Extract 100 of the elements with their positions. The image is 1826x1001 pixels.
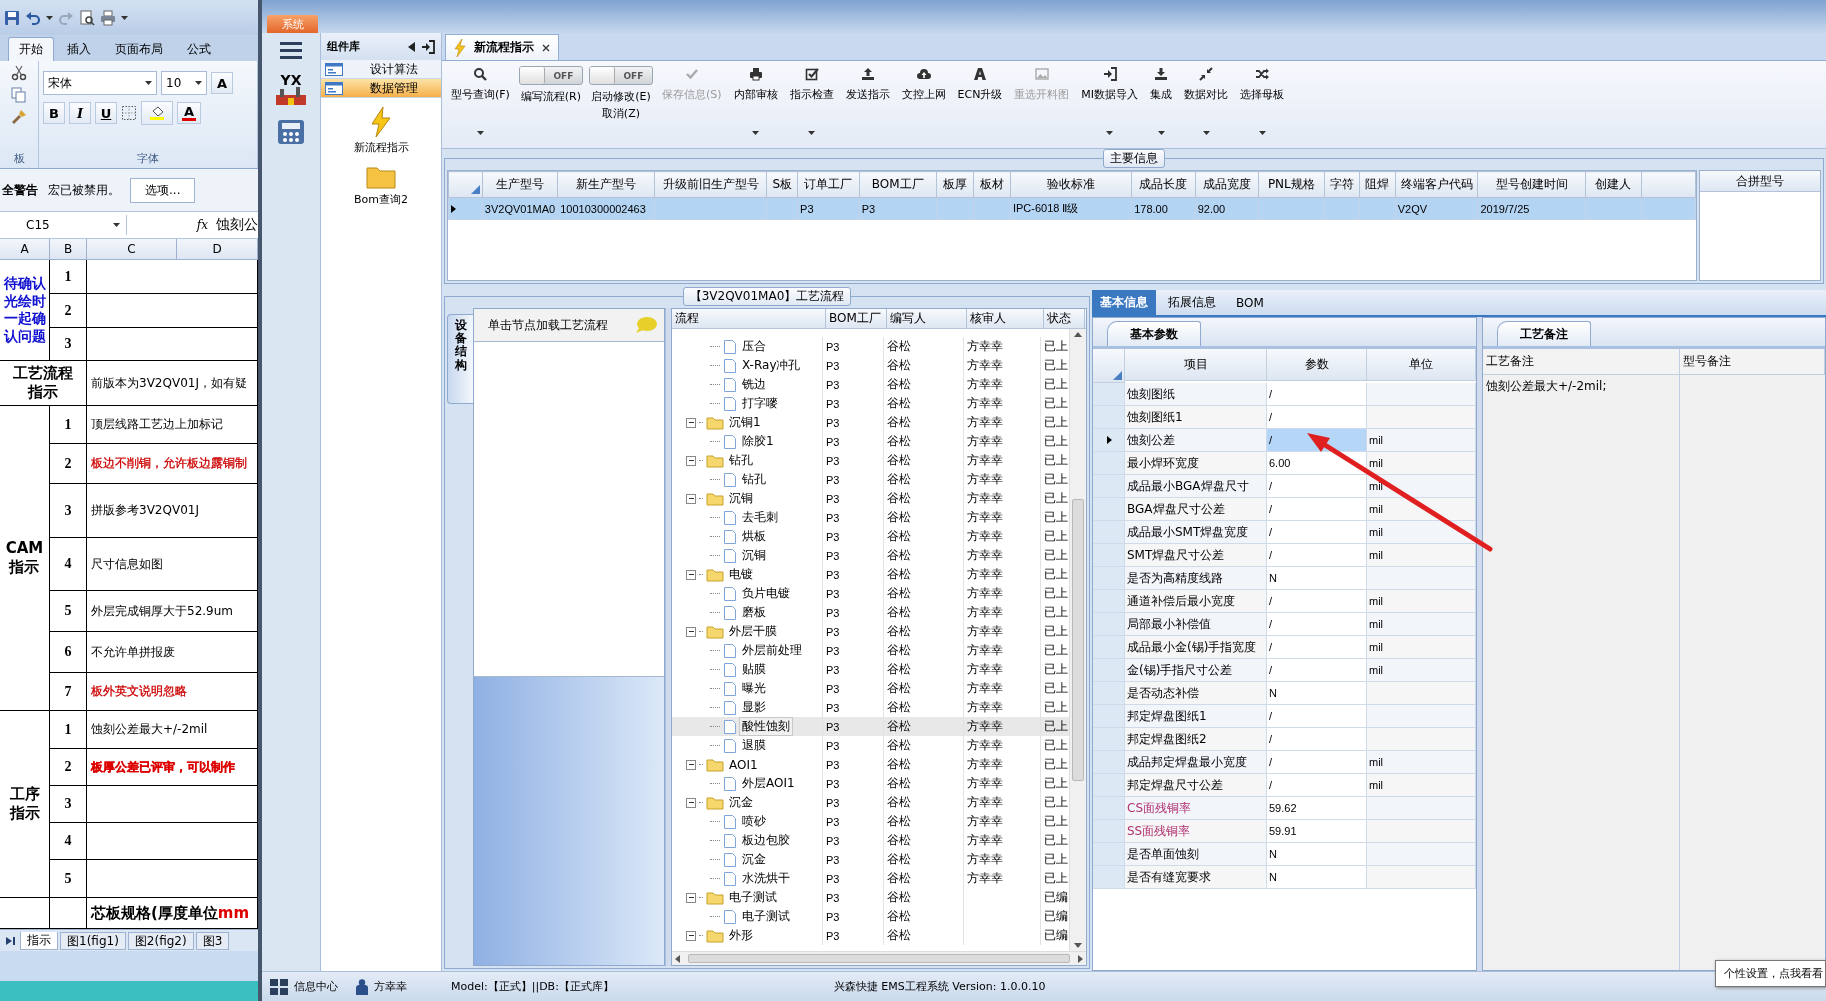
collapse-icon[interactable] xyxy=(686,569,696,580)
column-header[interactable]: 核审人 xyxy=(967,309,1044,328)
toolbar-button[interactable]: 发送指示 xyxy=(842,63,893,139)
column-header[interactable]: 参数 xyxy=(1267,349,1367,381)
sheet-tab[interactable]: 指示 xyxy=(20,931,58,950)
column-header[interactable]: PNL规格 xyxy=(1258,171,1325,198)
toolbar-button[interactable]: 取消(Z) xyxy=(601,104,640,121)
user-button[interactable]: 方幸幸 xyxy=(356,978,407,995)
collapse-icon[interactable] xyxy=(686,892,696,903)
collapse-icon[interactable] xyxy=(686,417,696,428)
next-sheet-icon[interactable] xyxy=(4,935,18,946)
column-header[interactable]: BOM工厂 xyxy=(859,171,937,198)
brush-icon[interactable] xyxy=(11,109,27,125)
value-field[interactable]: / xyxy=(1267,521,1367,544)
tree-item[interactable]: 沉铜 xyxy=(740,547,768,564)
scrollbar[interactable] xyxy=(672,951,1086,965)
tree-item[interactable]: 电镀 xyxy=(727,566,755,583)
value-field[interactable]: / xyxy=(1267,383,1367,406)
module-button[interactable]: YX xyxy=(274,73,308,105)
value-field[interactable]: / xyxy=(1267,544,1367,567)
value-field[interactable]: 6.00 xyxy=(1267,452,1367,475)
tree-item[interactable]: 沉铜1 xyxy=(727,414,763,431)
ribbon-tab[interactable]: 页面布局 xyxy=(104,37,174,61)
tree-item[interactable]: 打字嘜 xyxy=(740,395,780,412)
undo-icon[interactable] xyxy=(25,9,41,26)
font-color-button[interactable]: A xyxy=(177,102,201,124)
column-header[interactable]: 编写人 xyxy=(887,309,967,328)
column-header[interactable]: 订单工厂 xyxy=(797,171,860,198)
close-icon[interactable] xyxy=(542,43,550,52)
column-header[interactable]: 成品长度 xyxy=(1131,171,1196,198)
toggle-switch[interactable]: OFF xyxy=(518,66,583,85)
column-header[interactable]: 单位 xyxy=(1367,349,1476,381)
column-header[interactable]: 型号创建时间 xyxy=(1477,171,1586,198)
printer-icon[interactable] xyxy=(100,9,116,26)
grow-font-button[interactable]: A xyxy=(211,72,233,94)
collapse-icon[interactable] xyxy=(686,797,696,808)
tree-item[interactable]: 贴膜 xyxy=(740,661,768,678)
sheet-tab[interactable]: 图2(fig2) xyxy=(127,931,194,950)
tree-item[interactable]: 显影 xyxy=(740,699,768,716)
column-header[interactable]: 板厚 xyxy=(936,171,974,198)
tree-item[interactable]: 除胶1 xyxy=(740,433,776,450)
column-header[interactable]: 型号备注 xyxy=(1680,349,1825,374)
toolbar-button[interactable]: 指示检查 xyxy=(786,63,837,139)
save-icon[interactable] xyxy=(4,9,20,26)
tree-item[interactable]: 电子测试 xyxy=(740,908,792,925)
tree-item[interactable]: X-Ray冲孔 xyxy=(740,357,803,374)
tree-item[interactable]: 外层AOI1 xyxy=(740,775,797,792)
name-box[interactable]: C15 xyxy=(0,215,127,235)
fill-color-button[interactable] xyxy=(141,101,173,125)
toolbar-button[interactable]: 型号查询(F) xyxy=(448,63,513,139)
scrollbar[interactable] xyxy=(1069,329,1086,951)
column-header[interactable]: 流程 xyxy=(672,309,826,328)
value-field[interactable]: N xyxy=(1267,567,1367,590)
column-header[interactable]: 项目 xyxy=(1125,349,1267,381)
toolbar-button[interactable]: 数据对比 xyxy=(1181,63,1232,139)
scroll-down-icon[interactable] xyxy=(1074,943,1082,948)
side-tab[interactable]: 设备结构 xyxy=(447,314,473,404)
value-field[interactable]: N xyxy=(1267,843,1367,866)
value-field[interactable]: / xyxy=(1267,774,1367,797)
value-field[interactable]: / xyxy=(1267,590,1367,613)
column-header[interactable]: C xyxy=(87,239,177,259)
toolbar-button[interactable]: 内部审核 xyxy=(730,63,781,139)
column-header[interactable]: 合拼型号 xyxy=(1700,171,1820,192)
toolbar-button[interactable]: 选择母板 xyxy=(1237,63,1288,139)
column-header[interactable]: 状态 xyxy=(1044,309,1085,328)
column-header[interactable]: BOM工厂 xyxy=(826,309,887,328)
column-header[interactable]: 升级前旧生产型号 xyxy=(654,171,767,198)
tree-item[interactable]: 外层前处理 xyxy=(740,642,804,659)
sheet-tab[interactable]: 图3 xyxy=(195,931,230,950)
ribbon-tab[interactable]: 插入 xyxy=(56,37,102,61)
column-header[interactable]: 生产型号 xyxy=(482,171,558,198)
value-field[interactable]: N xyxy=(1267,866,1367,889)
column-header[interactable]: 成品宽度 xyxy=(1195,171,1259,198)
tree-item[interactable]: 外形 xyxy=(727,927,755,944)
row-header[interactable] xyxy=(1093,429,1125,452)
launcher-button[interactable]: 新流程指示 xyxy=(321,106,441,156)
scroll-up-icon[interactable] xyxy=(1074,332,1082,337)
scissors-icon[interactable] xyxy=(11,65,27,81)
format-button[interactable]: B xyxy=(43,102,65,124)
toolbar-button[interactable]: 文控上网 xyxy=(898,63,949,139)
column-header[interactable]: S板 xyxy=(766,171,798,198)
column-header[interactable]: B xyxy=(50,239,87,259)
calculator-icon[interactable] xyxy=(276,119,306,145)
value-field[interactable]: / xyxy=(1267,406,1367,429)
detail-tab[interactable]: 拓展信息 xyxy=(1160,290,1224,315)
column-header[interactable]: 字符 xyxy=(1324,171,1360,198)
column-header[interactable]: 阻焊 xyxy=(1359,171,1396,198)
tree-item[interactable]: 钻孔 xyxy=(740,471,768,488)
tree-item[interactable]: 曝光 xyxy=(740,680,768,697)
value-field[interactable]: / xyxy=(1267,728,1367,751)
tree-item[interactable]: 电子测试 xyxy=(727,889,779,906)
function-label[interactable]: fx xyxy=(196,218,208,232)
font-name-field[interactable]: 宋体 xyxy=(43,71,157,95)
column-header[interactable]: A xyxy=(0,239,50,259)
value-field[interactable]: / xyxy=(1267,636,1367,659)
value-field[interactable]: 59.91 xyxy=(1267,820,1367,843)
detail-tab[interactable]: 基本信息 xyxy=(1092,290,1156,315)
toggle-switch[interactable]: OFF xyxy=(588,66,653,85)
collapse-left-icon[interactable] xyxy=(408,41,415,52)
tree-item[interactable]: 退膜 xyxy=(740,737,768,754)
